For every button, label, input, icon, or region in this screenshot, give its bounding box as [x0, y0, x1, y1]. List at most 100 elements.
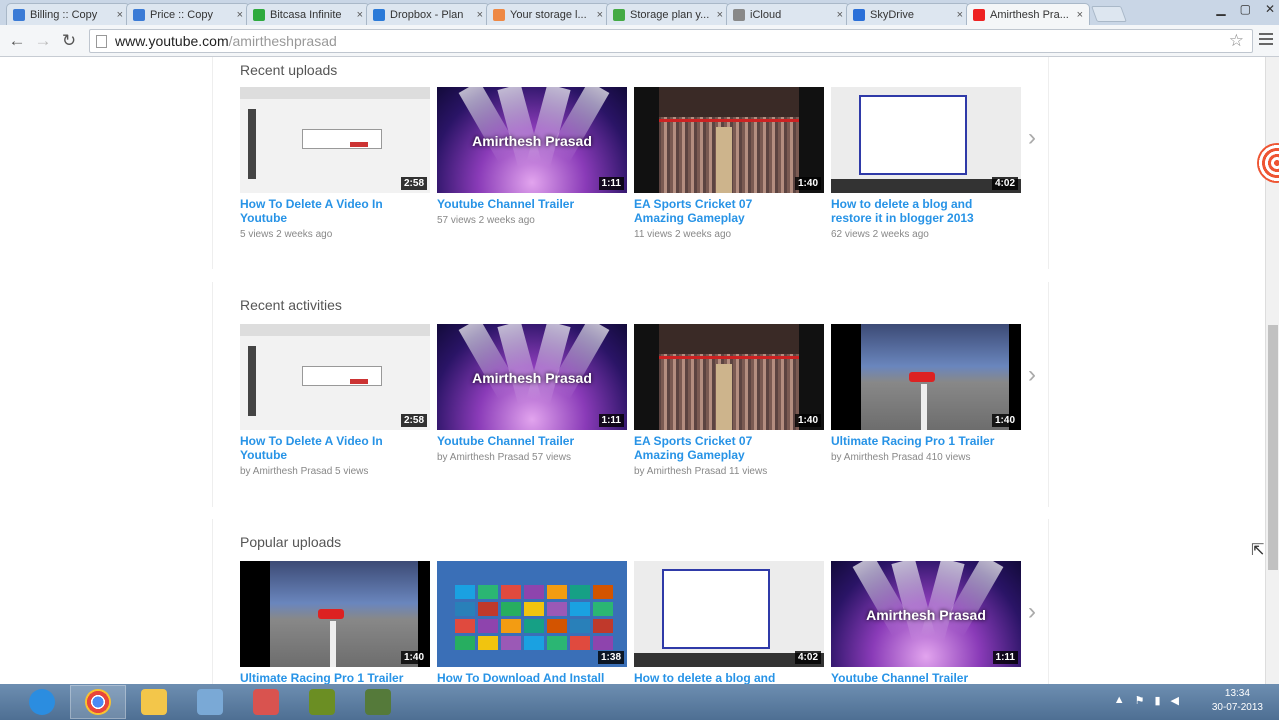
thumb-overlay-text: Amirthesh Prasad [472, 370, 592, 386]
browser-tab[interactable]: Your storage l... × [486, 3, 610, 25]
video-item[interactable]: 1:40 Ultimate Racing Pro 1 Trailer [240, 561, 430, 684]
next-arrow-icon[interactable]: › [1028, 361, 1036, 389]
volume-icon[interactable]: ◀ [1171, 694, 1179, 707]
flag-icon[interactable]: ⚑ [1135, 694, 1145, 707]
video-thumbnail[interactable]: 2:58 [240, 87, 430, 193]
reload-icon[interactable]: ↻ [56, 31, 82, 51]
video-title[interactable]: How to delete a blog and restore it in b… [831, 197, 1001, 225]
browser-tab[interactable]: iCloud × [726, 3, 850, 25]
browser-tab[interactable]: Price :: Copy × [126, 3, 250, 25]
back-icon[interactable]: ← [4, 31, 30, 51]
video-title[interactable]: Youtube Channel Trailer [437, 197, 607, 211]
clock[interactable]: 13:34 30-07-2013 [1212, 687, 1263, 715]
video-title[interactable]: EA Sports Cricket 07 Amazing Gameplay [634, 197, 804, 225]
video-item[interactable]: 1:40 EA Sports Cricket 07 Amazing Gamepla… [634, 324, 824, 477]
video-item[interactable]: Amirthesh Prasad 1:11 Youtube Channel Trai… [437, 87, 627, 226]
video-title[interactable]: EA Sports Cricket 07 Amazing Gameplay [634, 434, 804, 462]
maximize-icon[interactable]: ▢ [1240, 2, 1251, 16]
internet-explorer-taskbar-button[interactable] [14, 685, 70, 719]
shelf-1: Recent activities 2:58 How To Delete A Vid… [212, 282, 1049, 507]
chrome-menu-icon[interactable] [1259, 33, 1273, 48]
video-thumbnail[interactable]: Amirthesh Prasad 1:11 [437, 87, 627, 193]
video-thumbnail[interactable]: 1:40 [831, 324, 1021, 430]
browser-tab[interactable]: Billing :: Copy × [6, 3, 130, 25]
tray-arrow-icon[interactable]: ▲ [1114, 694, 1125, 707]
new-tab-button[interactable] [1091, 6, 1127, 22]
browser-tab[interactable]: SkyDrive × [846, 3, 970, 25]
video-thumbnail[interactable]: 1:40 [634, 87, 824, 193]
next-arrow-icon[interactable]: › [1028, 598, 1036, 626]
system-tray: ▲ ⚑ ▮ ◀ [1114, 694, 1179, 707]
video-title[interactable]: How To Delete A Video In Youtube [240, 197, 410, 225]
video-meta: by Amirthesh Prasad 11 views [634, 466, 768, 477]
bookmark-star-icon[interactable]: ☆ [1229, 31, 1244, 51]
tab-close-icon[interactable]: × [597, 9, 603, 21]
browser-tab[interactable]: Bitcasa Infinite × [246, 3, 370, 25]
app-5-taskbar-button[interactable] [238, 685, 294, 719]
video-title[interactable]: How To Download And Install [437, 671, 607, 684]
close-window-icon[interactable]: ✕ [1265, 2, 1275, 16]
start-tile [478, 602, 498, 616]
video-item[interactable]: 2:58 How To Delete A Video In Youtube by A… [240, 324, 430, 477]
tab-favicon-icon [13, 8, 25, 21]
tab-title: Your storage l... [510, 8, 587, 21]
video-item[interactable]: 1:38 How To Download And Install [437, 561, 627, 684]
next-arrow-icon[interactable]: › [1028, 124, 1036, 152]
video-duration: 1:11 [598, 414, 624, 427]
video-thumbnail[interactable]: 4:02 [831, 87, 1021, 193]
forward-icon[interactable]: → [30, 31, 56, 51]
video-thumbnail[interactable]: Amirthesh Prasad 1:11 [437, 324, 627, 430]
video-title[interactable]: Youtube Channel Trailer [831, 671, 1001, 684]
tab-title: Amirthesh Pra... [990, 8, 1069, 21]
thumb-car [909, 372, 935, 382]
tab-close-icon[interactable]: × [117, 9, 123, 21]
app-4-taskbar-button[interactable] [182, 685, 238, 719]
video-item[interactable]: 1:40 Ultimate Racing Pro 1 Trailer by Amir… [831, 324, 1021, 463]
thumb-button [350, 142, 368, 147]
video-item[interactable]: 1:40 EA Sports Cricket 07 Amazing Gamepla… [634, 87, 824, 240]
video-thumbnail[interactable]: 1:40 [634, 324, 824, 430]
tab-close-icon[interactable]: × [477, 9, 483, 21]
video-duration: 1:40 [400, 651, 427, 664]
tab-close-icon[interactable]: × [717, 9, 723, 21]
thumb-overlay-text: Amirthesh Prasad [472, 133, 592, 149]
video-thumbnail[interactable]: 1:38 [437, 561, 627, 667]
video-title[interactable]: Ultimate Racing Pro 1 Trailer [240, 671, 410, 684]
video-title[interactable]: Ultimate Racing Pro 1 Trailer [831, 434, 1001, 448]
browser-tab[interactable]: Storage plan y... × [606, 3, 730, 25]
tab-close-icon[interactable]: × [1077, 9, 1083, 21]
tab-close-icon[interactable]: × [357, 9, 363, 21]
video-duration: 1:40 [794, 177, 821, 190]
tab-favicon-icon [493, 8, 505, 21]
video-title[interactable]: Youtube Channel Trailer [437, 434, 607, 448]
page-icon [96, 34, 107, 48]
video-item[interactable]: Amirthesh Prasad 1:11 Youtube Channel Trai… [831, 561, 1021, 684]
video-title[interactable]: How to delete a blog and [634, 671, 804, 684]
video-duration: 1:11 [598, 177, 624, 190]
app-6-taskbar-button[interactable] [294, 685, 350, 719]
app-7-taskbar-button[interactable] [350, 685, 406, 719]
minimize-icon[interactable]: ▁ [1216, 2, 1225, 16]
start-tile [455, 619, 475, 633]
tab-close-icon[interactable]: × [237, 9, 243, 21]
browser-tab[interactable]: Dropbox - Plan × [366, 3, 490, 25]
video-thumbnail[interactable]: 2:58 [240, 324, 430, 430]
thumb-car [318, 609, 344, 619]
tab-close-icon[interactable]: × [837, 9, 843, 21]
video-item[interactable]: 2:58 How To Delete A Video In Youtube 5 vi… [240, 87, 430, 240]
scrollbar-thumb[interactable] [1268, 325, 1278, 570]
video-thumbnail[interactable]: Amirthesh Prasad 1:11 [831, 561, 1021, 667]
file-explorer-taskbar-button[interactable] [126, 685, 182, 719]
video-title[interactable]: How To Delete A Video In Youtube [240, 434, 410, 462]
video-thumbnail[interactable]: 1:40 [240, 561, 430, 667]
thumb-sidebar [248, 109, 278, 179]
video-item[interactable]: 4:02 How to delete a blog and [634, 561, 824, 684]
browser-tab[interactable]: Amirthesh Pra... × [966, 3, 1090, 25]
video-item[interactable]: 4:02 How to delete a blog and restore it … [831, 87, 1021, 240]
video-item[interactable]: Amirthesh Prasad 1:11 Youtube Channel Trai… [437, 324, 627, 463]
video-thumbnail[interactable]: 4:02 [634, 561, 824, 667]
tab-close-icon[interactable]: × [957, 9, 963, 21]
network-icon[interactable]: ▮ [1154, 694, 1160, 707]
chrome-taskbar-button[interactable] [70, 685, 126, 719]
address-bar[interactable]: www.youtube.com/amirtheshprasad ☆ [89, 29, 1253, 53]
